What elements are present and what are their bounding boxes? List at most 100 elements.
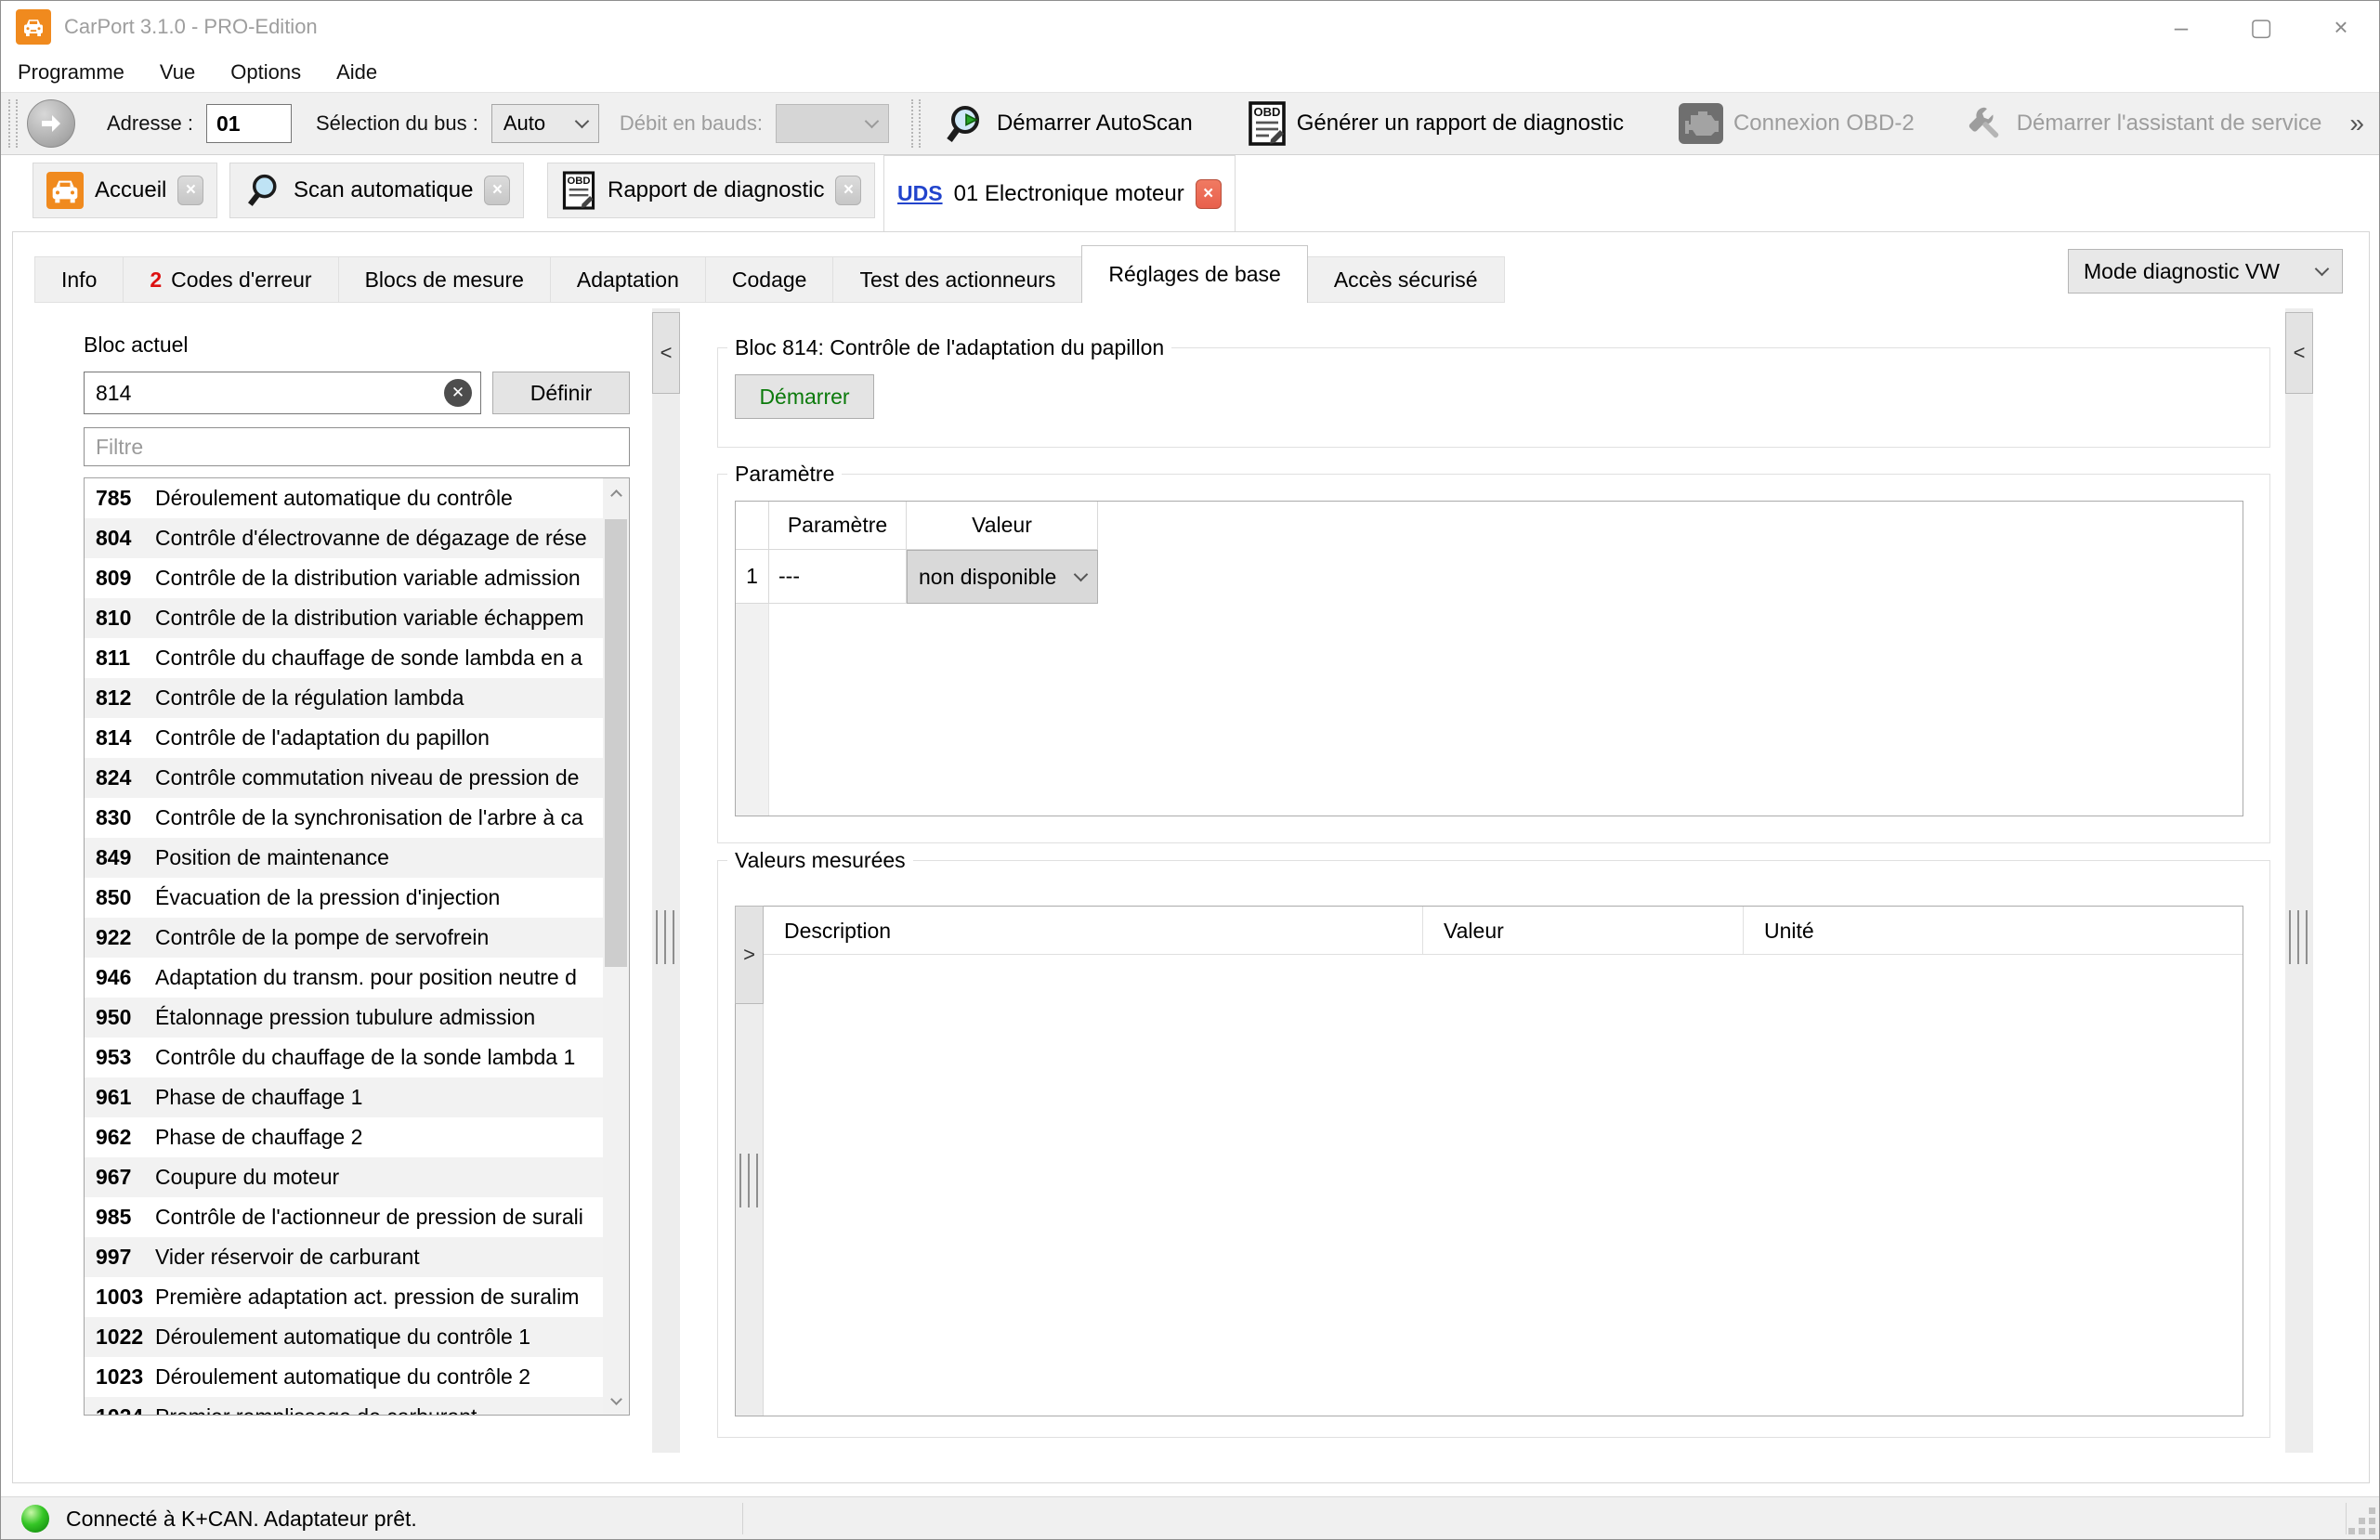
- list-item[interactable]: 946 Adaptation du transm. pour position …: [85, 958, 603, 998]
- scroll-down-icon[interactable]: [603, 1387, 629, 1415]
- list-item[interactable]: 962 Phase de chauffage 2: [85, 1117, 603, 1157]
- report-button[interactable]: OBD Générer un rapport de diagnostic: [1234, 96, 1637, 151]
- list-item[interactable]: 812 Contrôle de la régulation lambda: [85, 678, 603, 718]
- menu-options[interactable]: Options: [227, 60, 320, 85]
- bus-select[interactable]: Auto: [490, 104, 599, 143]
- tab-codage[interactable]: Codage: [704, 256, 834, 303]
- list-item[interactable]: 1003 Première adaptation act. pression d…: [85, 1277, 603, 1317]
- list-item[interactable]: 1023 Déroulement automatique du contrôle…: [85, 1357, 603, 1397]
- block-number: 849: [96, 845, 132, 869]
- tab-info[interactable]: Info: [34, 256, 124, 303]
- block-label: Phase de chauffage 2: [155, 1125, 363, 1149]
- start-button[interactable]: Démarrer: [735, 374, 874, 419]
- statusbar-divider: [742, 1503, 743, 1534]
- tab-electronique-moteur-active[interactable]: UDS 01 Electronique moteur ×: [883, 155, 1236, 231]
- baud-select-disabled: [775, 104, 889, 143]
- service-assistant-button-disabled: Démarrer l'assistant de service: [1952, 96, 2335, 151]
- list-item[interactable]: 850 Évacuation de la pression d'injectio…: [85, 878, 603, 918]
- tab-accueil[interactable]: Accueil ×: [33, 163, 218, 218]
- list-item[interactable]: 804 Contrôle d'électrovanne de dégazage …: [85, 518, 603, 558]
- menu-aide[interactable]: Aide: [333, 60, 396, 85]
- filter-input[interactable]: [84, 427, 630, 466]
- block-number: 830: [96, 805, 132, 829]
- block-label: Contrôle de la régulation lambda: [155, 685, 464, 710]
- tab-adaptation[interactable]: Adaptation: [549, 256, 706, 303]
- menu-vue[interactable]: Vue: [156, 60, 214, 85]
- parameter-value-select[interactable]: non disponible: [907, 550, 1098, 604]
- minimize-button[interactable]: –: [2141, 1, 2221, 53]
- toolbar-overflow-chevron[interactable]: »: [2349, 109, 2364, 138]
- list-item[interactable]: 810 Contrôle de la distribution variable…: [85, 598, 603, 638]
- list-item[interactable]: 830 Contrôle de la synchronisation de l'…: [85, 798, 603, 838]
- list-item[interactable]: 961 Phase de chauffage 1: [85, 1077, 603, 1117]
- list-item[interactable]: 922 Contrôle de la pompe de servofrein: [85, 918, 603, 958]
- block-label: Position de maintenance: [155, 845, 389, 869]
- list-scrollbar[interactable]: [603, 478, 629, 1415]
- block-number: 809: [96, 566, 132, 590]
- splitter-drag-handle[interactable]: [656, 910, 674, 964]
- tab-close-icon[interactable]: ×: [835, 176, 862, 205]
- measured-table-side-strip: >: [735, 906, 764, 1416]
- scroll-up-icon[interactable]: [603, 478, 629, 506]
- collapse-left-panel-button[interactable]: <: [652, 312, 680, 394]
- column-header-unite[interactable]: Unité: [1744, 907, 2243, 955]
- parameter-cell[interactable]: ---: [769, 550, 907, 604]
- column-header-description[interactable]: Description: [764, 907, 1423, 955]
- block-label: Contrôle du chauffage de la sonde lambda…: [155, 1045, 576, 1069]
- list-item[interactable]: 811 Contrôle du chauffage de sonde lambd…: [85, 638, 603, 678]
- list-item[interactable]: 785 Déroulement automatique du contrôle: [85, 478, 603, 518]
- list-item[interactable]: 1024 Premier remplissage de carburant: [85, 1397, 603, 1415]
- block-label: Contrôle du chauffage de sonde lambda en…: [155, 646, 582, 670]
- toolbar-drag-grip[interactable]: [8, 99, 18, 148]
- list-item[interactable]: 1022 Déroulement automatique du contrôle…: [85, 1317, 603, 1357]
- menu-programme[interactable]: Programme: [14, 60, 143, 85]
- column-header-valeur[interactable]: Valeur: [907, 502, 1098, 550]
- diagnostic-mode-select[interactable]: Mode diagnostic VW: [2068, 249, 2343, 294]
- column-header-valeur[interactable]: Valeur: [1423, 907, 1744, 955]
- tab-test-actionneurs[interactable]: Test des actionneurs: [832, 256, 1083, 303]
- list-item[interactable]: 985 Contrôle de l'actionneur de pression…: [85, 1197, 603, 1237]
- tab-blocs-de-mesure[interactable]: Blocs de mesure: [337, 256, 551, 303]
- tab-codes-erreur[interactable]: 2 Codes d'erreur: [123, 256, 339, 303]
- block-number-input[interactable]: [84, 372, 481, 414]
- list-item[interactable]: 967 Coupure du moteur: [85, 1157, 603, 1197]
- tab-close-icon[interactable]: ×: [1195, 178, 1222, 209]
- tab-close-icon[interactable]: ×: [484, 176, 511, 205]
- expand-panel-button[interactable]: >: [735, 906, 764, 1004]
- autoscan-button[interactable]: Démarrer AutoScan: [930, 96, 1206, 151]
- autoscan-magnifier-icon: [947, 106, 979, 142]
- column-header-parametre[interactable]: Paramètre: [769, 502, 907, 550]
- clear-input-icon[interactable]: ✕: [444, 379, 472, 407]
- list-item[interactable]: 809 Contrôle de la distribution variable…: [85, 558, 603, 598]
- block-label: Contrôle de l'actionneur de pression de …: [155, 1205, 583, 1229]
- maximize-button[interactable]: ▢: [2221, 1, 2301, 53]
- block-label: Étalonnage pression tubulure admission: [155, 1005, 536, 1029]
- list-item[interactable]: 849 Position de maintenance: [85, 838, 603, 878]
- tab-scan-automatique[interactable]: Scan automatique ×: [229, 163, 525, 218]
- define-button[interactable]: Définir: [492, 372, 630, 414]
- splitter-drag-handle[interactable]: [2289, 910, 2308, 964]
- list-item[interactable]: 953 Contrôle du chauffage de la sonde la…: [85, 1038, 603, 1077]
- collapse-right-panel-button[interactable]: <: [2285, 312, 2313, 394]
- list-item[interactable]: 814 Contrôle de l'adaptation du papillon: [85, 718, 603, 758]
- connect-arrow-button[interactable]: [27, 99, 75, 148]
- block-label: Coupure du moteur: [155, 1165, 340, 1189]
- scrollbar-thumb[interactable]: [605, 519, 627, 967]
- window-resize-grip[interactable]: [2347, 1507, 2375, 1534]
- tab-close-icon[interactable]: ×: [177, 176, 204, 205]
- block-label: Déroulement automatique du contrôle: [155, 486, 513, 510]
- measured-values-table: > Description Valeur Unité: [735, 906, 2243, 1416]
- row-header-1: 1: [736, 550, 769, 604]
- splitter-drag-handle[interactable]: [739, 1154, 758, 1207]
- list-item[interactable]: 950 Étalonnage pression tubulure admissi…: [85, 998, 603, 1038]
- toolbar-drag-grip[interactable]: [910, 99, 921, 148]
- list-item[interactable]: 824 Contrôle commutation niveau de press…: [85, 758, 603, 798]
- block-label: Contrôle de la pompe de servofrein: [155, 925, 490, 949]
- close-button[interactable]: ×: [2301, 1, 2379, 53]
- address-input[interactable]: [205, 104, 292, 143]
- tab-reglages-de-base-active[interactable]: Réglages de base: [1081, 245, 1308, 303]
- list-item[interactable]: 997 Vider réservoir de carburant: [85, 1237, 603, 1277]
- svg-text:OBD: OBD: [1253, 105, 1280, 119]
- tab-acces-securise[interactable]: Accès sécurisé: [1306, 256, 1505, 303]
- tab-rapport-diagnostic[interactable]: OBD Rapport de diagnostic ×: [547, 163, 876, 218]
